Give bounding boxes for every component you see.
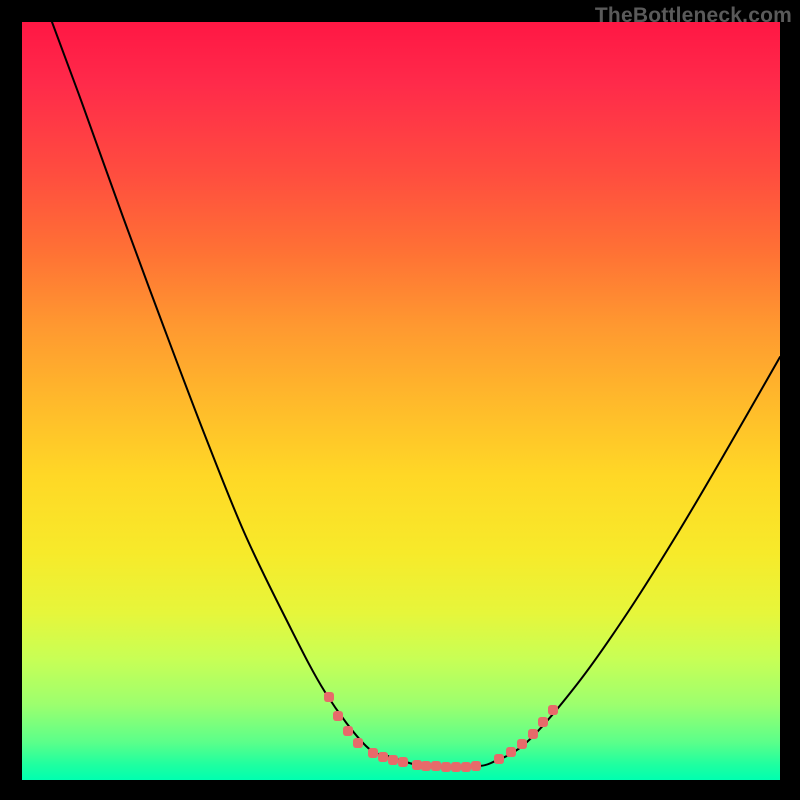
curve-marker [412,760,422,770]
curve-marker [494,754,504,764]
curve-marker [506,747,516,757]
marker-group [324,692,558,772]
curve-marker [471,761,481,771]
curve-marker [343,726,353,736]
watermark-text: TheBottleneck.com [595,4,792,28]
curve-marker [368,748,378,758]
curve-marker [548,705,558,715]
bottleneck-chart [22,22,780,780]
chart-svg [22,22,780,780]
curve-marker [324,692,334,702]
curve-marker [517,739,527,749]
curve-marker [421,761,431,771]
curve-marker [441,762,451,772]
curve-marker [378,752,388,762]
bottleneck-curve-line [52,22,780,767]
curve-marker [451,762,461,772]
curve-marker [528,729,538,739]
curve-marker [353,738,363,748]
curve-marker [333,711,343,721]
curve-marker [388,755,398,765]
curve-marker [431,761,441,771]
curve-marker [538,717,548,727]
curve-marker [398,757,408,767]
curve-marker [461,762,471,772]
